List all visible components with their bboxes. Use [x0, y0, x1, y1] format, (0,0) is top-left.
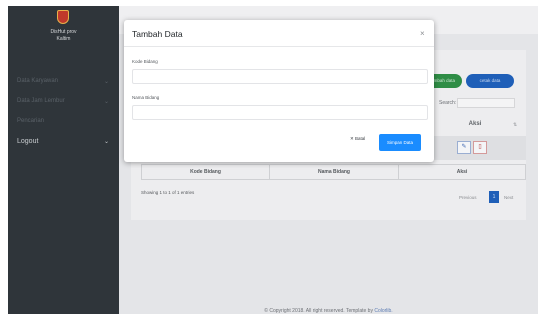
table-footer-row: Kode Bidang Nama Bidang Aksi [141, 164, 526, 180]
print-data-button[interactable]: cetak data [466, 74, 514, 88]
footer-cell-nama-bidang: Nama Bidang [270, 165, 399, 179]
edit-button[interactable]: ✎ [457, 141, 471, 154]
page-footer: © Copyright 2018. All right reserved. Te… [119, 308, 538, 314]
sidebar-item-label: Data Jam Lembur [17, 98, 65, 104]
sidebar-brand: DisHut prov Kaltim [8, 6, 119, 58]
sidebar-item-data-karyawan[interactable]: Data Karyawan ⌄ [8, 74, 119, 92]
chevron-down-icon: ⌄ [104, 79, 110, 85]
nama-bidang-label: Nama Bidang [132, 95, 160, 100]
trash-icon: ▯ [478, 144, 482, 150]
kode-bidang-label: Kode Bidang [132, 59, 158, 64]
close-icon[interactable]: × [420, 29, 425, 38]
entries-info: Showing 1 to 1 of 1 entries [141, 190, 195, 195]
sidebar-item-label: Pencarian [17, 118, 45, 124]
chevron-down-icon: ⌄ [104, 139, 110, 145]
sidebar-item-label: Logout [17, 138, 39, 145]
sidebar-item-pencarian[interactable]: Pencarian [8, 114, 119, 132]
pagination-previous[interactable]: Previous [459, 195, 477, 200]
sidebar: DisHut prov Kaltim Data Karyawan ⌄ Data … [8, 6, 119, 314]
pagination-next[interactable]: Next [504, 195, 513, 200]
footer-cell-kode-bidang: Kode Bidang [142, 165, 270, 179]
pagination-page-1[interactable]: 1 [489, 191, 499, 203]
column-header-aksi[interactable]: Aksi [445, 121, 505, 127]
brand-name-line1: DisHut prov [50, 29, 77, 35]
add-data-modal: Tambah Data × Kode Bidang Nama Bidang ✕ … [124, 20, 434, 162]
sidebar-item-logout[interactable]: Logout ⌄ [8, 134, 119, 152]
footer-cell-aksi: Aksi [456, 169, 468, 175]
search-label: Search: [439, 100, 457, 106]
brand-name-line2: Kaltim [56, 36, 71, 42]
sidebar-item-label: Data Karyawan [17, 78, 59, 84]
delete-button[interactable]: ▯ [473, 141, 487, 154]
nama-bidang-input[interactable] [132, 105, 428, 120]
cancel-button[interactable]: ✕ Batal [350, 136, 365, 142]
logo-emblem-icon [57, 10, 69, 24]
sort-icon[interactable]: ⇅ [513, 122, 517, 128]
modal-title: Tambah Data [132, 29, 183, 39]
kode-bidang-input[interactable] [132, 69, 428, 84]
modal-header-divider [124, 46, 434, 47]
chevron-down-icon: ⌄ [104, 99, 110, 105]
footer-copyright: © Copyright 2018. All right reserved. Te… [264, 308, 375, 314]
search-input[interactable] [457, 98, 515, 108]
print-data-button-label: cetak data [479, 78, 501, 83]
pencil-icon: ✎ [461, 144, 467, 150]
save-data-button[interactable]: Simpan Data [379, 134, 421, 151]
footer-template-link[interactable]: Colorlib. [374, 308, 392, 314]
sidebar-item-data-jam-lembur[interactable]: Data Jam Lembur ⌄ [8, 94, 119, 112]
